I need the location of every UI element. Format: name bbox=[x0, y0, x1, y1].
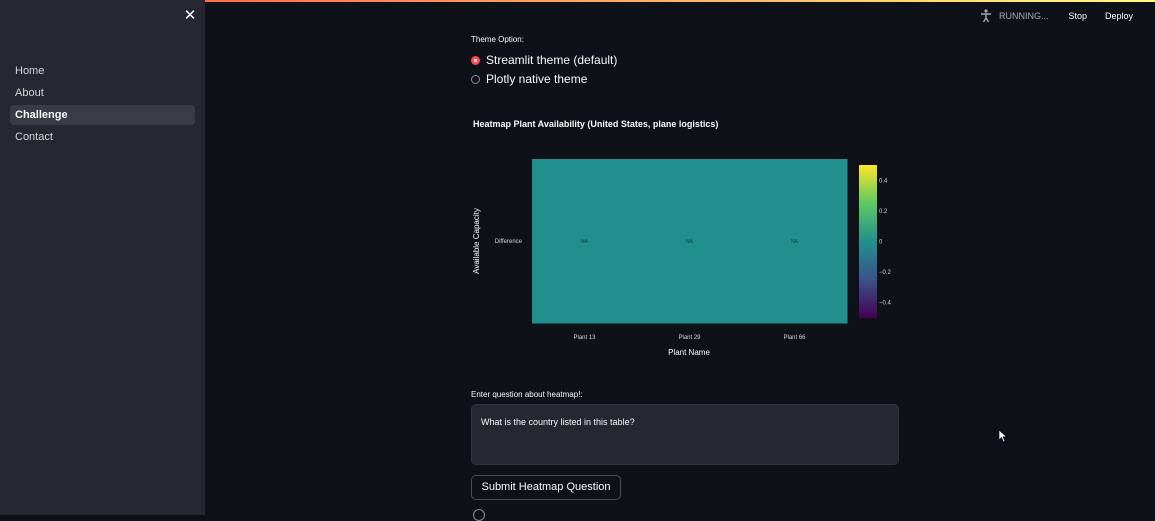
running-person-icon bbox=[980, 9, 991, 23]
colorbar-tick-label: 0.4 bbox=[879, 178, 888, 184]
x-tick-labels: Plant 13 Plant 29 Plant 66 bbox=[573, 335, 806, 341]
kebab-menu-icon[interactable]: ⋮ bbox=[1151, 11, 1155, 22]
radio-label: Streamlit theme (default) bbox=[486, 53, 618, 67]
colorbar-tick-label: −0.2 bbox=[879, 270, 892, 276]
heatmap-cell-label: NA bbox=[581, 239, 589, 245]
colorbar-tick-label: 0 bbox=[879, 240, 883, 246]
radio-plotly-theme[interactable]: Plotly native theme bbox=[471, 72, 587, 86]
radio-selected-icon[interactable] bbox=[471, 55, 480, 65]
chart-title: Heatmap Plant Availability (United State… bbox=[473, 119, 719, 129]
sidebar-item-home[interactable]: Home bbox=[10, 61, 195, 81]
radio-streamlit-theme[interactable]: Streamlit theme (default) bbox=[471, 53, 617, 67]
deploy-button[interactable]: Deploy bbox=[1105, 11, 1133, 21]
sidebar-item-challenge[interactable]: Challenge bbox=[10, 105, 195, 125]
colorbar-tick-labels: 0.4 0.2 0 −0.2 −0.4 bbox=[879, 178, 892, 306]
close-icon[interactable]: ✕ bbox=[183, 8, 197, 24]
colorbar-tick-label: 0.2 bbox=[879, 209, 888, 215]
radio-unselected-icon[interactable] bbox=[471, 74, 480, 84]
header-toolbar: RUNNING... Stop Deploy ⋮ bbox=[979, 8, 1155, 24]
status-text: RUNNING... bbox=[998, 11, 1049, 21]
sidebar: ✕ Home About Challenge Contact bbox=[0, 0, 205, 515]
colorbar-tick-label: −0.4 bbox=[879, 301, 892, 307]
submit-heatmap-question-button[interactable]: Submit Heatmap Question bbox=[471, 475, 621, 500]
colorbar bbox=[859, 165, 877, 318]
radio-label: Plotly native theme bbox=[486, 72, 588, 86]
question-label: Enter question about heatmap!: bbox=[471, 390, 583, 399]
y-tick-labels: Difference bbox=[495, 239, 523, 245]
partial-radio-icon[interactable] bbox=[473, 509, 485, 521]
heatmap-cell-label: NA bbox=[791, 239, 799, 245]
stop-button[interactable]: Stop bbox=[1068, 11, 1087, 21]
x-tick-label: Plant 29 bbox=[678, 335, 701, 341]
heatmap-chart: NA NA NA Plant 13 Plant 29 Plant 66 Differen… bbox=[472, 159, 892, 357]
x-axis-label: Plant Name bbox=[668, 348, 710, 357]
y-axis-label: Available Capacity bbox=[472, 208, 481, 274]
heatmap-cell-label: NA bbox=[686, 239, 694, 245]
y-tick-label: Difference bbox=[495, 239, 523, 245]
x-tick-label: Plant 66 bbox=[783, 335, 806, 341]
sidebar-item-contact[interactable]: Contact bbox=[10, 127, 195, 147]
theme-option-label: Theme Option: bbox=[471, 35, 524, 44]
question-textarea[interactable]: What is the country listed in this table… bbox=[471, 404, 899, 465]
mouse-cursor-icon bbox=[998, 429, 1008, 443]
sidebar-item-about[interactable]: About bbox=[10, 83, 195, 103]
x-tick-label: Plant 13 bbox=[573, 335, 596, 341]
